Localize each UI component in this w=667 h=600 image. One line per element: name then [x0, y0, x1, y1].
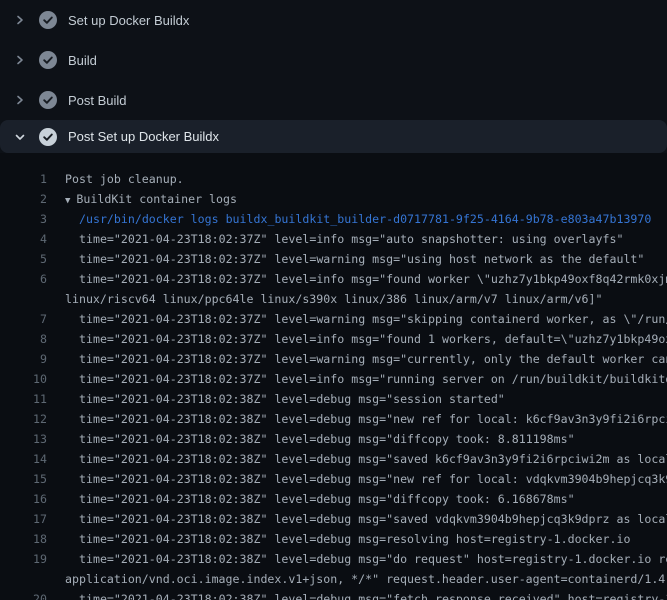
log-text: time="2021-04-23T18:02:37Z" level=info m…: [47, 269, 667, 289]
log-line: 14time="2021-04-23T18:02:38Z" level=debu…: [0, 449, 667, 469]
log-line: 16time="2021-04-23T18:02:38Z" level=debu…: [0, 489, 667, 509]
log-text: time="2021-04-23T18:02:37Z" level=info m…: [47, 329, 667, 349]
log-line: application/vnd.oci.image.index.v1+json,…: [0, 569, 667, 589]
log-line-number[interactable]: 9: [0, 349, 47, 369]
log-line-number[interactable]: 17: [0, 509, 47, 529]
log-text: time="2021-04-23T18:02:38Z" level=debug …: [47, 429, 667, 449]
log-line-number[interactable]: 4: [0, 229, 47, 249]
log-text: time="2021-04-23T18:02:38Z" level=debug …: [47, 529, 667, 549]
log-line: 11time="2021-04-23T18:02:38Z" level=debu…: [0, 389, 667, 409]
log-line: 4time="2021-04-23T18:02:37Z" level=info …: [0, 229, 667, 249]
check-circle-icon: [39, 91, 57, 109]
log-line-number[interactable]: 11: [0, 389, 47, 409]
log-line: 8time="2021-04-23T18:02:37Z" level=info …: [0, 329, 667, 349]
log-line-number[interactable]: 2: [0, 189, 47, 209]
log-line-number[interactable]: 5: [0, 249, 47, 269]
log-line-number[interactable]: 13: [0, 429, 47, 449]
log-line: linux/riscv64 linux/ppc64le linux/s390x …: [0, 289, 667, 309]
step-label: Set up Docker Buildx: [68, 13, 189, 28]
log-command-text: /usr/bin/docker logs buildx_buildkit_bui…: [47, 209, 667, 229]
log-text: application/vnd.oci.image.index.v1+json,…: [47, 569, 667, 589]
log-line: 19time="2021-04-23T18:02:38Z" level=debu…: [0, 549, 667, 569]
log-text: time="2021-04-23T18:02:37Z" level=warnin…: [47, 249, 667, 269]
log-line: 13time="2021-04-23T18:02:38Z" level=debu…: [0, 429, 667, 449]
log-line: 6time="2021-04-23T18:02:37Z" level=info …: [0, 269, 667, 289]
step-label: Build: [68, 53, 97, 68]
log-line: 1Post job cleanup.: [0, 169, 667, 189]
log-line-number: [0, 569, 47, 589]
log-line-number[interactable]: 10: [0, 369, 47, 389]
log-line-number[interactable]: 7: [0, 309, 47, 329]
log-text: time="2021-04-23T18:02:38Z" level=debug …: [47, 589, 667, 600]
step-row-build[interactable]: Build: [0, 40, 667, 80]
log-group-label[interactable]: ▼BuildKit container logs: [47, 189, 667, 209]
log-line-number[interactable]: 1: [0, 169, 47, 189]
log-line: 20time="2021-04-23T18:02:38Z" level=debu…: [0, 589, 667, 600]
chevron-right-icon: [14, 54, 26, 66]
log-line: 18time="2021-04-23T18:02:38Z" level=debu…: [0, 529, 667, 549]
log-line: 10time="2021-04-23T18:02:37Z" level=info…: [0, 369, 667, 389]
log-lines: 1Post job cleanup.2▼BuildKit container l…: [0, 153, 667, 600]
step-label: Post Set up Docker Buildx: [68, 129, 219, 144]
log-line: 2▼BuildKit container logs: [0, 189, 667, 209]
log-line-number[interactable]: 20: [0, 589, 47, 600]
log-text: time="2021-04-23T18:02:37Z" level=warnin…: [47, 349, 667, 369]
log-line: 7time="2021-04-23T18:02:37Z" level=warni…: [0, 309, 667, 329]
log-line-number[interactable]: 19: [0, 549, 47, 569]
log-line-number[interactable]: 12: [0, 409, 47, 429]
log-text: time="2021-04-23T18:02:37Z" level=warnin…: [47, 309, 667, 329]
log-line: 12time="2021-04-23T18:02:38Z" level=debu…: [0, 409, 667, 429]
step-row-post-build[interactable]: Post Build: [0, 80, 667, 120]
chevron-right-icon: [14, 14, 26, 26]
step-row-set-up-docker-buildx[interactable]: Set up Docker Buildx: [0, 0, 667, 40]
step-row-post-set-up-docker-buildx[interactable]: Post Set up Docker Buildx: [0, 120, 667, 153]
log-line-number[interactable]: 18: [0, 529, 47, 549]
log-text: time="2021-04-23T18:02:38Z" level=debug …: [47, 389, 667, 409]
log-text: time="2021-04-23T18:02:38Z" level=debug …: [47, 449, 667, 469]
check-circle-icon: [39, 128, 57, 146]
log-line-number: [0, 289, 47, 309]
log-text: time="2021-04-23T18:02:37Z" level=info m…: [47, 229, 667, 249]
log-text: time="2021-04-23T18:02:38Z" level=debug …: [47, 549, 667, 569]
log-line-number[interactable]: 8: [0, 329, 47, 349]
log-line-number[interactable]: 6: [0, 269, 47, 289]
log-line-number[interactable]: 3: [0, 209, 47, 229]
log-line: 17time="2021-04-23T18:02:38Z" level=debu…: [0, 509, 667, 529]
log-line: 15time="2021-04-23T18:02:38Z" level=debu…: [0, 469, 667, 489]
log-text: Post job cleanup.: [47, 169, 667, 189]
collapse-triangle-icon[interactable]: ▼: [65, 196, 70, 206]
log-line: 9time="2021-04-23T18:02:37Z" level=warni…: [0, 349, 667, 369]
chevron-down-icon: [14, 131, 26, 143]
chevron-right-icon: [14, 94, 26, 106]
log-text: time="2021-04-23T18:02:38Z" level=debug …: [47, 509, 667, 529]
log-line: 5time="2021-04-23T18:02:37Z" level=warni…: [0, 249, 667, 269]
log-text: time="2021-04-23T18:02:38Z" level=debug …: [47, 489, 667, 509]
log-line-number[interactable]: 15: [0, 469, 47, 489]
steps-list: Set up Docker Buildx Build Post Build Po…: [0, 0, 667, 153]
log-line-number[interactable]: 14: [0, 449, 47, 469]
log-text: time="2021-04-23T18:02:37Z" level=info m…: [47, 369, 667, 389]
step-label: Post Build: [68, 93, 127, 108]
log-text: time="2021-04-23T18:02:38Z" level=debug …: [47, 409, 667, 429]
log-text: linux/riscv64 linux/ppc64le linux/s390x …: [47, 289, 667, 309]
log-line: 3/usr/bin/docker logs buildx_buildkit_bu…: [0, 209, 667, 229]
check-circle-icon: [39, 51, 57, 69]
log-line-number[interactable]: 16: [0, 489, 47, 509]
log-text: time="2021-04-23T18:02:38Z" level=debug …: [47, 469, 667, 489]
check-circle-icon: [39, 11, 57, 29]
